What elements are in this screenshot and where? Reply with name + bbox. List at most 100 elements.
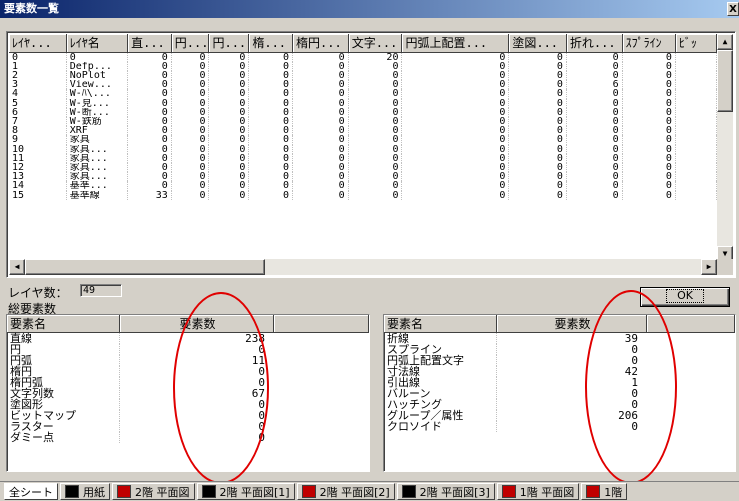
sheet-tab[interactable]: 2階 平面図[3] <box>396 483 495 500</box>
grid-cell: 0 <box>401 61 510 71</box>
grid-cell: 0 <box>248 70 294 81</box>
summary-row[interactable]: 引出線 1 <box>384 377 735 388</box>
scroll-corner <box>717 259 733 275</box>
grid-cell: NoPlot <box>66 70 129 81</box>
grid-cell: 0 <box>348 98 403 108</box>
grid-column-header[interactable]: 円... <box>171 34 210 53</box>
summary-row[interactable]: クロソイド 0 <box>384 421 735 432</box>
sheet-tab[interactable]: 1階 平面図 <box>496 483 580 500</box>
scroll-right-arrow-icon[interactable]: ▶ <box>701 259 717 275</box>
grid-cell: 0 <box>401 98 510 108</box>
grid-cell: 0 <box>292 172 349 182</box>
element-name: クロソイド <box>384 421 497 432</box>
grid-cell: W-鉄筋 <box>66 116 129 127</box>
grid-row[interactable]: 14 基準... 0 0 0 0 0 0 0 0 0 0 <box>9 181 717 191</box>
grid-cell: 0 <box>566 107 623 117</box>
grid-column-header[interactable]: 楕円... <box>292 34 349 53</box>
summary-row[interactable]: 寸法線 42 <box>384 366 735 377</box>
grid-cell: 0 <box>127 162 172 173</box>
element-name: 直線 <box>7 332 120 344</box>
sheet-tab-label: 用紙 <box>83 485 105 499</box>
grid-cell: 9 <box>9 135 67 145</box>
sheet-tab[interactable]: 1階 <box>581 483 628 500</box>
grid-row[interactable]: 11 家具... 0 0 0 0 0 0 0 0 0 0 <box>9 153 717 163</box>
grid-cell: 0 <box>127 172 172 182</box>
sheet-tab-label: 2階 平面図[3] <box>419 485 490 499</box>
grid-row[interactable]: 1 Defp... 0 0 0 0 0 0 0 0 0 0 <box>9 61 717 71</box>
grid-cell: 0 <box>127 144 172 154</box>
grid-cell: 0 <box>401 116 510 127</box>
grid-cell: View... <box>66 80 129 90</box>
grid-cell: 0 <box>348 80 403 90</box>
grid-cell: 0 <box>566 181 623 191</box>
close-button[interactable]: X <box>727 2 739 16</box>
grid-cell: 8 <box>9 126 67 136</box>
sheet-tab[interactable]: 2階 平面図 <box>112 483 195 500</box>
grid-cell <box>675 89 717 99</box>
grid-cell: 0 <box>127 116 172 127</box>
grid-cell: XRF <box>66 126 129 136</box>
grid-cell: 0 <box>348 153 403 163</box>
sheet-tab[interactable]: 2階 平面図[1] <box>196 483 295 500</box>
vertical-scroll-thumb[interactable] <box>717 50 733 112</box>
grid-cell: 0 <box>401 153 510 163</box>
grid-cell: 0 <box>508 98 567 108</box>
grid-cell: 0 <box>127 153 172 163</box>
grid-row[interactable]: 3 View... 0 0 0 0 0 0 0 0 6 0 <box>9 80 717 90</box>
grid-row[interactable]: 15 基準線 33 0 0 0 0 0 0 0 0 0 <box>9 190 717 200</box>
grid-cell: 0 <box>401 70 510 81</box>
grid-column-header[interactable]: ｽﾌﾟﾗｲﾝ <box>622 34 676 53</box>
grid-row[interactable]: 6 W-断... 0 0 0 0 0 0 0 0 0 0 <box>9 107 717 117</box>
grid-horizontal-scrollbar[interactable]: ◀ ▶ <box>9 259 717 275</box>
grid-cell <box>675 135 717 145</box>
sheet-tab[interactable]: 用紙 <box>60 483 110 500</box>
column-header-element-name[interactable]: 要素名 <box>384 315 497 333</box>
scroll-up-arrow-icon[interactable]: ▲ <box>717 34 733 50</box>
grid-column-header[interactable]: ﾋﾞｯ <box>675 34 717 53</box>
grid-cell: 0 <box>171 172 210 182</box>
grid-column-header[interactable]: ﾚｲﾔ名 <box>66 34 129 53</box>
grid-column-header[interactable]: ﾚｲﾔ... <box>9 34 67 53</box>
grid-row[interactable]: 0 0 0 0 0 0 0 20 0 0 0 0 <box>9 52 717 62</box>
grid-column-header[interactable]: 円... <box>208 34 250 53</box>
grid-row[interactable]: 7 W-鉄筋 0 0 0 0 0 0 0 0 0 0 <box>9 116 717 127</box>
grid-row[interactable]: 4 W-ﾊ\... 0 0 0 0 0 0 0 0 0 0 <box>9 89 717 99</box>
grid-row[interactable]: 2 NoPlot 0 0 0 0 0 0 0 0 0 0 <box>9 70 717 81</box>
grid-cell: 0 <box>622 61 676 71</box>
summary-row[interactable]: 円弧上配置文字 0 <box>384 355 735 366</box>
grid-column-header[interactable]: 塗図... <box>508 34 567 53</box>
horizontal-scroll-thumb[interactable] <box>25 259 265 275</box>
grid-cell: 0 <box>127 61 172 71</box>
layer-color-swatch-icon <box>501 485 516 498</box>
grid-cell <box>675 80 717 90</box>
sheet-tab[interactable]: 2階 平面図[2] <box>296 483 395 500</box>
grid-row[interactable]: 5 W-見... 0 0 0 0 0 0 0 0 0 0 <box>9 98 717 108</box>
grid-cell: 0 <box>208 144 250 154</box>
grid-vertical-scrollbar[interactable]: ▲ ▼ <box>717 34 733 262</box>
element-name: ダミー点 <box>7 432 120 443</box>
grid-cell: 0 <box>622 172 676 182</box>
grid-cell <box>675 172 717 182</box>
grid-cell <box>675 162 717 173</box>
grid-column-header[interactable]: 折れ... <box>566 34 623 53</box>
scroll-left-arrow-icon[interactable]: ◀ <box>9 259 25 275</box>
grid-row[interactable]: 9 家具 0 0 0 0 0 0 0 0 0 0 <box>9 135 717 145</box>
column-header-element-name[interactable]: 要素名 <box>7 315 120 333</box>
grid-cell: 0 <box>566 61 623 71</box>
grid-cell: 0 <box>292 61 349 71</box>
layer-color-swatch-icon <box>401 485 416 498</box>
grid-cell: 0 <box>171 135 210 145</box>
grid-cell: 0 <box>348 89 403 99</box>
grid-row[interactable]: 12 家具... 0 0 0 0 0 0 0 0 0 0 <box>9 162 717 173</box>
grid-cell: 0 <box>566 135 623 145</box>
grid-row[interactable]: 8 XRF 0 0 0 0 0 0 0 0 0 0 <box>9 126 717 136</box>
grid-column-header[interactable]: 円弧上配置... <box>401 34 510 53</box>
grid-cell: 0 <box>348 61 403 71</box>
grid-cell: 0 <box>171 181 210 191</box>
sheet-tab[interactable]: 全シート <box>4 483 58 500</box>
grid-column-header[interactable]: 楕... <box>248 34 294 53</box>
grid-column-header[interactable]: 直... <box>127 34 172 53</box>
grid-row[interactable]: 13 家具... 0 0 0 0 0 0 0 0 0 0 <box>9 172 717 182</box>
grid-column-header[interactable]: 文字... <box>348 34 403 53</box>
grid-row[interactable]: 10 家具... 0 0 0 0 0 0 0 0 0 0 <box>9 144 717 154</box>
